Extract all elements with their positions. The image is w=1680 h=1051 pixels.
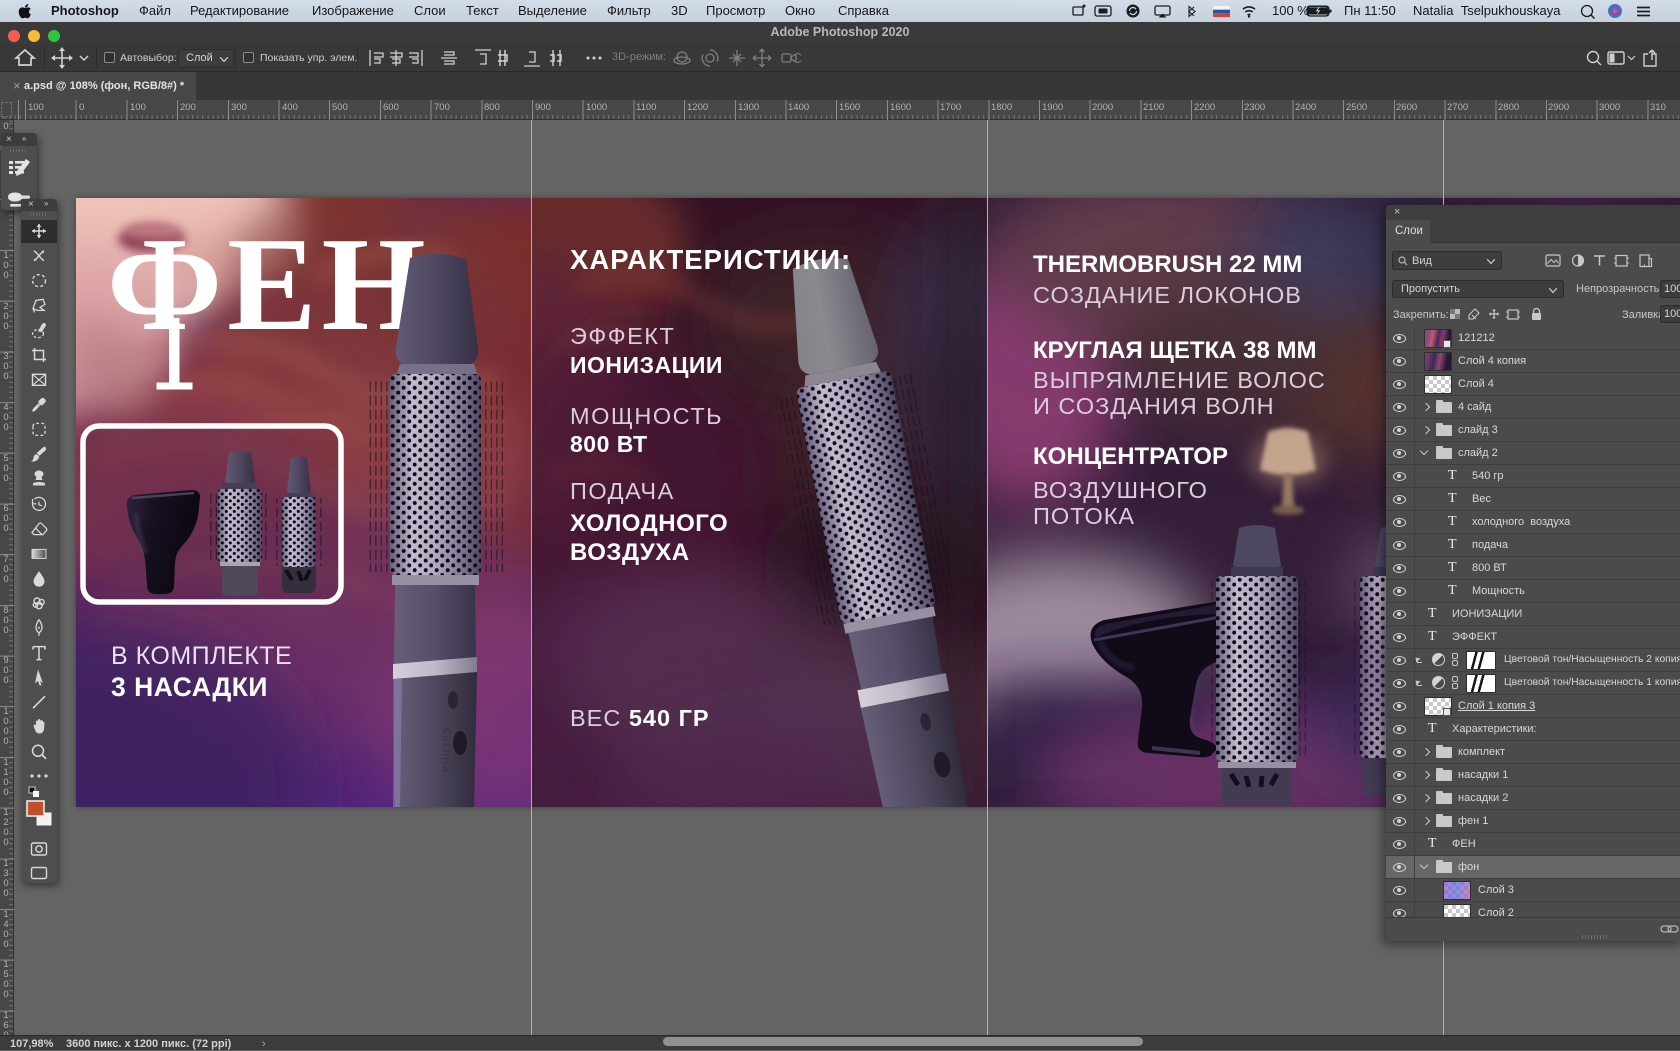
svg-text:ВЕС 540 ГР: ВЕС 540 ГР (570, 705, 710, 731)
svg-text:ИОНИЗАЦИИ: ИОНИЗАЦИИ (570, 352, 723, 378)
svg-text:В КОМПЛЕКТЕ: В КОМПЛЕКТЕ (111, 642, 292, 670)
svg-text:МОЩНОСТЬ: МОЩНОСТЬ (570, 403, 723, 429)
svg-text:ХОЛОДНОГО: ХОЛОДНОГО (570, 510, 728, 537)
svg-text:PHILIPS: PHILIPS (442, 727, 453, 772)
svg-text:СОЗДАНИЕ ЛОКОНОВ: СОЗДАНИЕ ЛОКОНОВ (1033, 282, 1302, 308)
svg-text:ПОТОКА: ПОТОКА (1033, 503, 1135, 529)
svg-text:ФЕН: ФЕН (107, 210, 431, 358)
svg-text:КРУГЛАЯ ЩЕТКА 38 ММ: КРУГЛАЯ ЩЕТКА 38 ММ (1033, 337, 1317, 364)
svg-text:THERMOBRUSH 22 ММ: THERMOBRUSH 22 ММ (1033, 251, 1302, 278)
svg-text:И СОЗДАНИЯ ВОЛН: И СОЗДАНИЯ ВОЛН (1033, 393, 1275, 419)
svg-text:ПОДАЧА: ПОДАЧА (570, 478, 675, 504)
svg-text:ЭФФЕКТ: ЭФФЕКТ (570, 323, 675, 349)
svg-text:ВЫПРЯМЛЕНИЕ ВОЛОС: ВЫПРЯМЛЕНИЕ ВОЛОС (1033, 367, 1326, 393)
svg-text:КОНЦЕНТРАТОР: КОНЦЕНТРАТОР (1033, 443, 1228, 470)
svg-text:800 ВТ: 800 ВТ (570, 431, 648, 457)
svg-text:ВОЗДУХА: ВОЗДУХА (570, 539, 690, 566)
svg-text:3 НАСАДКИ: 3 НАСАДКИ (111, 672, 268, 702)
svg-text:ВОЗДУШНОГО: ВОЗДУШНОГО (1033, 477, 1208, 503)
svg-text:ХАРАКТЕРИСТИКИ:: ХАРАКТЕРИСТИКИ: (570, 244, 851, 275)
